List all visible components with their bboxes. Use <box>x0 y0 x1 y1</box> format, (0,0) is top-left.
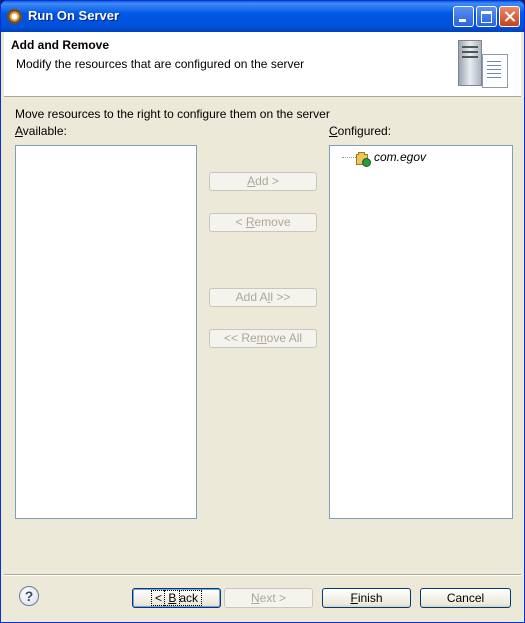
server-banner-icon <box>454 38 510 90</box>
tree-item-com-egov[interactable]: com.egov <box>340 149 500 167</box>
finish-button[interactable]: Finish <box>322 588 411 608</box>
minimize-button[interactable] <box>453 6 474 27</box>
next-button[interactable]: Next > <box>224 588 313 608</box>
title-bar[interactable]: Run On Server <box>1 1 524 32</box>
remove-button[interactable]: < Remove <box>209 213 317 232</box>
page-title: Add and Remove <box>11 38 110 52</box>
configured-list[interactable]: com.egov <box>329 145 513 519</box>
help-icon[interactable]: ? <box>19 586 39 606</box>
add-button[interactable]: Add > <box>209 172 317 191</box>
back-button[interactable]: < Back <box>132 588 221 608</box>
web-project-icon <box>356 151 371 167</box>
add-all-button[interactable]: Add All >> <box>209 288 317 307</box>
wizard-header: Add and Remove Modify the resources that… <box>4 32 521 97</box>
available-label: Available: <box>15 124 67 138</box>
cancel-button[interactable]: Cancel <box>420 588 511 608</box>
run-on-server-dialog: Run On Server Add and Remove Modify the … <box>0 0 525 623</box>
eclipse-app-icon <box>7 9 22 24</box>
remove-all-button[interactable]: << Remove All <box>209 329 317 348</box>
maximize-button[interactable] <box>476 6 497 27</box>
instruction-text: Move resources to the right to configure… <box>15 107 330 121</box>
configured-label: Configured: <box>329 124 392 138</box>
tree-item-label: com.egov <box>374 150 427 164</box>
available-list[interactable] <box>15 145 197 519</box>
close-button[interactable] <box>499 6 520 27</box>
window-title: Run On Server <box>28 8 120 23</box>
page-description: Modify the resources that are configured… <box>16 57 305 71</box>
footer-separator <box>4 574 521 576</box>
